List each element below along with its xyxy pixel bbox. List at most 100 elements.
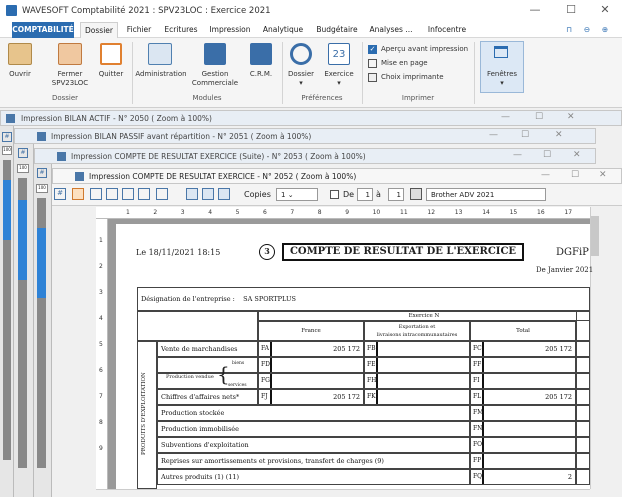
maximize-icon[interactable]: ☐ (535, 112, 543, 122)
ruler-tick-label: 7 (290, 209, 295, 216)
report-date: Le 18/11/2021 18:15 (136, 248, 221, 257)
scroll-indicator (37, 228, 46, 298)
grid-icon[interactable]: # (37, 168, 47, 178)
to-page-input[interactable]: 1 (388, 188, 404, 201)
administration-label[interactable]: Administration (134, 70, 188, 79)
grid-icon[interactable]: # (54, 188, 66, 200)
printer-icon[interactable] (368, 73, 377, 82)
crm-label[interactable]: C.R.M. (244, 70, 278, 79)
close-icon[interactable]: ✕ (599, 170, 607, 180)
printer-icon[interactable] (410, 188, 422, 200)
minimize-button[interactable]: — (524, 3, 546, 16)
tab-impression[interactable]: Impression (208, 22, 252, 38)
exercice-label[interactable]: Exercice (320, 70, 358, 79)
close-button[interactable]: ✕ (594, 3, 616, 16)
doc-window-resultat[interactable]: Impression COMPTE DE RESULTAT EXERCICE -… (52, 168, 622, 184)
row-label: Production stockée (157, 405, 470, 421)
grid-icon[interactable]: # (18, 148, 28, 158)
chevron-down-icon[interactable]: ▾ (320, 79, 358, 88)
tab-dossier[interactable]: Dossier (80, 22, 118, 38)
maximize-button[interactable]: ☐ (560, 3, 582, 16)
production-vendue-label: Production vendue (166, 374, 214, 380)
administration-icon[interactable] (148, 43, 172, 65)
minimize-icon[interactable]: — (489, 130, 498, 140)
separator (132, 42, 133, 104)
tab-comptabilite[interactable]: COMPTABILITÉ (12, 22, 74, 38)
tab-fichier[interactable]: Fichier (124, 22, 154, 38)
gestion-commerciale-icon[interactable] (204, 43, 226, 65)
close-icon[interactable]: ✕ (555, 130, 563, 140)
apercu-label[interactable]: Aperçu avant impression (381, 45, 468, 54)
group-imprimer-label: Imprimer (401, 94, 435, 102)
chevron-down-icon[interactable]: ▾ (480, 79, 524, 88)
row-value-total (470, 453, 576, 469)
last-page-icon[interactable] (138, 188, 150, 200)
doc-window-bilan-passif[interactable]: Impression BILAN PASSIF avant répartitio… (14, 128, 596, 144)
quitter-label[interactable]: Quitter (94, 70, 128, 79)
first-page-icon[interactable] (90, 188, 102, 200)
copies-spinner[interactable]: 1 ⌄ (276, 188, 318, 201)
minimize-icon[interactable]: — (513, 150, 522, 160)
maximize-icon[interactable]: ☐ (521, 130, 529, 140)
zoom-icon[interactable] (156, 188, 168, 200)
tab-analyses[interactable]: Analyses ... (366, 22, 416, 38)
exercice-header: Exercice N (258, 311, 590, 321)
group-dossier-label: Dossier (51, 94, 79, 102)
pin-icon[interactable]: ⊓ (562, 22, 576, 38)
from-page-input[interactable]: 1 (357, 188, 373, 201)
range-checkbox[interactable] (330, 190, 339, 199)
ouvrir-label[interactable]: Ouvrir (4, 70, 36, 79)
row-extra (576, 341, 590, 357)
minimize-icon[interactable]: — (541, 170, 550, 180)
grid-icon[interactable]: # (2, 132, 12, 142)
row-code: FD (259, 358, 272, 372)
doc-window-resultat-suite[interactable]: Impression COMPTE DE RESULTAT EXERCICE (… (34, 148, 596, 164)
scrollbar-thumb[interactable] (591, 216, 599, 256)
section-column (137, 341, 157, 489)
next-page-icon[interactable] (122, 188, 134, 200)
crm-icon[interactable] (250, 43, 272, 65)
row-code: FM (471, 406, 484, 420)
calendar-icon[interactable]: 23 (328, 43, 350, 65)
apercu-checkbox[interactable]: ✓ (368, 45, 377, 54)
maximize-icon[interactable]: ☐ (543, 150, 551, 160)
page-setup-icon[interactable] (368, 59, 377, 68)
zoom-field[interactable]: 100 (17, 164, 29, 173)
row-extra (576, 373, 590, 389)
vruler-tick-label: 5 (99, 341, 103, 348)
close-icon[interactable]: ✕ (567, 112, 575, 122)
exit-icon[interactable] (100, 43, 122, 65)
forward-icon[interactable]: ⊕ (598, 22, 612, 38)
printer-select[interactable]: Brother ADV 2021 (426, 188, 546, 201)
back-icon[interactable]: ⊖ (580, 22, 594, 38)
designation-value: SA SPORTPLUS (243, 295, 296, 303)
maximize-icon[interactable]: ☐ (571, 170, 579, 180)
tab-analytique[interactable]: Analytique (260, 22, 306, 38)
dossier-pref-label[interactable]: Dossier (284, 70, 318, 79)
tab-ecritures[interactable]: Ecritures (162, 22, 200, 38)
mise-en-page-label[interactable]: Mise en page (381, 59, 428, 68)
prev-page-icon[interactable] (106, 188, 118, 200)
fermer-label[interactable]: Fermer (46, 70, 94, 79)
row-label: Vente de marchandises (157, 341, 258, 357)
close-icon[interactable]: ✕ (573, 150, 581, 160)
pdf-icon[interactable] (218, 188, 230, 200)
horizontal-scrollbar[interactable] (96, 489, 590, 497)
gestion-label[interactable]: Gestion (190, 70, 240, 79)
folder-open-icon[interactable] (8, 43, 32, 65)
fenetres-label[interactable]: Fenêtres (480, 70, 524, 79)
choix-imprimante-label[interactable]: Choix imprimante (381, 73, 444, 82)
zoom-field[interactable]: 100 (36, 184, 48, 193)
scroll-indicator (3, 180, 11, 240)
chevron-down-icon[interactable]: ▾ (284, 79, 318, 88)
export-icon[interactable] (202, 188, 214, 200)
doc-window-bilan-actif[interactable]: Impression BILAN ACTIF - N° 2050 ( Zoom … (0, 110, 622, 126)
print-icon[interactable] (72, 188, 84, 200)
folder-close-icon[interactable] (58, 43, 82, 65)
camera-icon[interactable] (186, 188, 198, 200)
tab-infocentre[interactable]: Infocentre (424, 22, 470, 38)
minimize-icon[interactable]: — (501, 112, 510, 122)
tab-budgetaire[interactable]: Budgétaire (314, 22, 360, 38)
zoom-field[interactable]: 100 (2, 146, 12, 155)
gear-icon[interactable] (290, 43, 312, 65)
